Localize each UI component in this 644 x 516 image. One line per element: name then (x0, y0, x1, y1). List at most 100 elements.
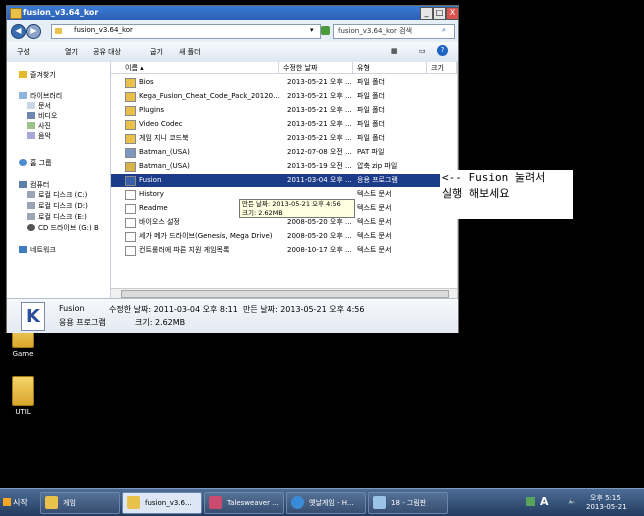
open-button[interactable]: 열기 (65, 47, 78, 57)
file-type: 텍스트 문서 (357, 218, 392, 226)
nav-label: 라이브러리 (30, 92, 63, 100)
file-date: 2008-05-20 오후 ... (287, 232, 352, 240)
nav-label: 사진 (38, 122, 51, 130)
horizontal-scrollbar[interactable] (111, 288, 457, 298)
desktop-icon-label: UTIL (15, 408, 31, 416)
back-button[interactable]: ◀ (11, 24, 26, 39)
view-icon[interactable]: ▦ (391, 47, 398, 55)
table-row[interactable]: Batman_(USA) 2012-07-08 오전 ... PAT 파일 (111, 146, 457, 159)
start-button[interactable]: 시작 (1, 492, 35, 513)
nav-drive-c[interactable]: 로컬 디스크 (C:) (27, 190, 87, 200)
table-row[interactable]: Bios 2013-05-21 오후 ... 파일 폴더 (111, 76, 457, 89)
cd-drive-icon (27, 224, 35, 231)
details-pane: K Fusion 응용 프로그램 수정한 날짜: 2011-03-04 오후 8… (7, 298, 458, 333)
clock-time[interactable]: 오후 5:15 (590, 493, 621, 503)
navigation-pane: 즐겨찾기 라이브러리 문서 비디오 사진 음악 홈 그룹 컴퓨터 로컬 디스크 … (7, 62, 111, 298)
app-icon (125, 176, 136, 186)
help-icon[interactable]: ? (437, 45, 448, 56)
folder-icon (12, 376, 34, 406)
nav-drive-g[interactable]: CD 드라이브 (G:) B (27, 223, 99, 233)
task-button-browser[interactable]: 옛날게임 - H... (286, 492, 366, 514)
table-row[interactable]: 컨트롤러에 따른 지원 게임목록 2008-10-17 오후 ... 텍스트 문서 (111, 244, 457, 257)
drive-icon (27, 191, 35, 198)
file-date: 2013-05-19 오전 ... (287, 162, 352, 170)
nav-drive-d[interactable]: 로컬 디스크 (D:) (27, 201, 88, 211)
nav-homegroup[interactable]: 홈 그룹 (19, 158, 52, 168)
nav-lib-documents[interactable]: 문서 (27, 101, 51, 111)
file-type: 텍스트 문서 (357, 246, 392, 254)
folder-icon (125, 78, 136, 88)
volume-icon[interactable]: 🔈 (568, 497, 577, 505)
details-modified: 수정한 날짜: 2011-03-04 오후 8:11 (109, 305, 238, 314)
file-name: Readme (139, 204, 168, 212)
address-field[interactable]: fusion_v3.64_kor ▾ (51, 24, 321, 39)
taskbar: 시작 게임 fusion_v3.6... Talesweaver ... 옛날게… (0, 488, 644, 516)
task-button-game[interactable]: 게임 (40, 492, 120, 514)
column-header-type[interactable]: 유형 (353, 62, 427, 74)
table-row[interactable]: Plugins 2013-05-21 오후 ... 파일 폴더 (111, 104, 457, 117)
nav-computer[interactable]: 컴퓨터 (19, 180, 49, 190)
task-button-paint[interactable]: 18 - 그림판 (368, 492, 448, 514)
nav-drive-e[interactable]: 로컬 디스크 (E:) (27, 212, 87, 222)
desktop-icon-util[interactable]: UTIL (3, 376, 43, 416)
network-tray-icon[interactable] (526, 497, 535, 506)
file-name: Video Codec (139, 120, 183, 128)
game-icon (209, 496, 222, 509)
documents-icon (27, 102, 35, 109)
file-type: 파일 폴더 (357, 106, 385, 114)
refresh-icon[interactable] (321, 26, 330, 35)
start-label: 시작 (13, 498, 28, 507)
table-row[interactable]: 게임 지니 코드북 2013-05-21 오후 ... 파일 폴더 (111, 132, 457, 145)
text-file-icon (125, 218, 136, 228)
table-row[interactable]: Kega_Fusion_Cheat_Code_Pack_20120... 2013… (111, 90, 457, 103)
column-label: 유형 (357, 64, 370, 72)
ime-indicator[interactable]: A (540, 495, 549, 508)
nav-libraries[interactable]: 라이브러리 (19, 91, 62, 101)
tooltip-size: 크기: 2.62MB (242, 209, 283, 217)
drive-icon (27, 213, 35, 220)
file-name: 바이오스 설정 (139, 218, 180, 226)
column-header-size[interactable]: 크기 (427, 62, 457, 74)
nav-lib-videos[interactable]: 비디오 (27, 111, 57, 121)
folder-icon (125, 120, 136, 130)
table-row[interactable]: Fusion 2011-03-04 오후 ... 응용 프로그램 (111, 174, 457, 187)
table-row[interactable]: 세가 메가 드라이브(Genesis, Mega Drive) 2008-05-2… (111, 230, 457, 243)
close-button[interactable]: X (446, 7, 459, 20)
internet-explorer-icon (291, 496, 304, 509)
video-icon (27, 112, 35, 119)
scrollbar-thumb[interactable] (121, 290, 449, 298)
windows-logo-icon (3, 498, 11, 506)
explorer-window: fusion_v3.64_kor _ □ X ◀ ▶ fusion_v3.64_… (6, 5, 459, 333)
organize-button[interactable]: 구성 (17, 47, 30, 57)
forward-button[interactable]: ▶ (26, 24, 41, 39)
file-date: 2013-05-21 오후 ... (287, 134, 352, 142)
preview-pane-icon[interactable]: ▭ (419, 47, 426, 55)
nav-network[interactable]: 네트워크 (19, 245, 56, 255)
column-label: 이름 (125, 64, 138, 72)
burn-button[interactable]: 굽기 (150, 47, 163, 57)
search-input[interactable]: fusion_v3.64_kor 검색 ⌕ (333, 24, 455, 39)
title-bar[interactable]: fusion_v3.64_kor _ □ X (7, 6, 459, 20)
task-button-fusion[interactable]: fusion_v3.6... (122, 492, 202, 514)
command-bar: 구성 열기 공유 대상 굽기 새 폴더 ▦ ▭ ? (7, 42, 458, 63)
folder-icon (10, 8, 22, 19)
maximize-button[interactable]: □ (433, 7, 446, 20)
column-header-date[interactable]: 수정한 날짜 (279, 62, 353, 74)
clock-date[interactable]: 2013-05-21 (586, 503, 627, 511)
share-button[interactable]: 공유 대상 (93, 47, 121, 57)
folder-icon (125, 134, 136, 144)
text-file-icon (125, 190, 136, 200)
table-row[interactable]: Video Codec 2013-05-21 오후 ... 파일 폴더 (111, 118, 457, 131)
nav-lib-music[interactable]: 음악 (27, 131, 51, 141)
minimize-button[interactable]: _ (420, 7, 433, 20)
task-button-talesweaver[interactable]: Talesweaver ... (204, 492, 284, 514)
nav-label: 문서 (38, 102, 51, 110)
file-date: 2013-05-21 오후 ... (287, 106, 352, 114)
nav-favorites[interactable]: 즐겨찾기 (19, 70, 56, 80)
new-folder-button[interactable]: 새 폴더 (179, 47, 201, 57)
nav-lib-pictures[interactable]: 사진 (27, 121, 51, 131)
column-header-name[interactable]: 이름 ▴ (111, 62, 279, 74)
table-row[interactable]: Batman_(USA) 2013-05-19 오전 ... 압축 zip 파일 (111, 160, 457, 173)
details-kind: 응용 프로그램 (59, 318, 106, 327)
file-name: Batman_(USA) (139, 148, 190, 156)
